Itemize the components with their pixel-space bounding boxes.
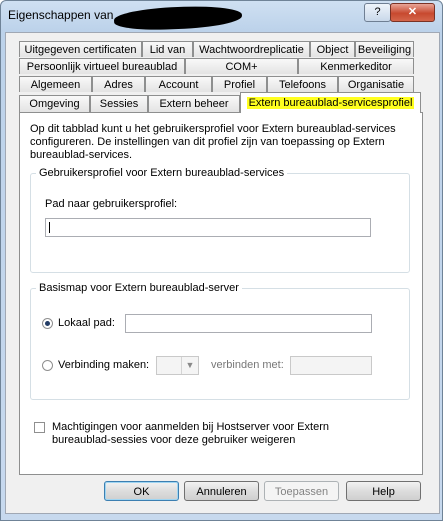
local-path-label: Lokaal pad: — [58, 317, 115, 329]
tab-kenmerkeditor[interactable]: Kenmerkeditor — [298, 58, 414, 74]
tab-uitgegeven-certificaten[interactable]: Uitgegeven certificaten — [19, 41, 142, 57]
redacted-username — [113, 4, 243, 32]
tab-label: Beveiliging — [357, 44, 412, 56]
tab-extern-beheer[interactable]: Extern beheer — [148, 95, 240, 112]
connect-label: Verbinding maken: — [58, 359, 150, 371]
radio-selected-dot — [45, 321, 50, 326]
window-title: Eigenschappen van — [8, 8, 114, 22]
tab-label: Omgeving — [29, 98, 80, 110]
deny-logon-label-line1: Machtigingen voor aanmelden bij Hostserv… — [52, 421, 329, 433]
tab-label: Profiel — [223, 79, 256, 91]
tab-label: Algemeen — [30, 79, 81, 91]
help-button[interactable]: Help — [346, 481, 421, 501]
tab-label: Organisatie — [347, 79, 405, 91]
tab-object[interactable]: Object — [310, 41, 355, 57]
home-folder-group-legend: Basismap voor Extern bureaublad-server — [36, 282, 242, 294]
tab-adres[interactable]: Adres — [92, 76, 145, 92]
tab-label: Telefoons — [278, 79, 327, 91]
tab-label: Uitgegeven certificaten — [24, 44, 137, 56]
close-icon: ✕ — [407, 6, 418, 18]
tab-label: Sessies — [99, 98, 139, 110]
home-folder-group: Basismap voor Extern bureaublad-server L… — [30, 282, 410, 400]
tab-persoonlijk-virtueel-bureaublad[interactable]: Persoonlijk virtueel bureaublad — [19, 58, 185, 74]
tab-label: Account — [158, 79, 199, 91]
tab-label: Adres — [104, 79, 133, 91]
drive-letter-select[interactable]: ▼ — [156, 356, 199, 375]
text-caret — [49, 222, 50, 233]
profile-path-input[interactable] — [45, 218, 371, 237]
tab-label: COM+ — [225, 61, 258, 73]
deny-logon-checkbox[interactable] — [34, 422, 45, 433]
tab-organisatie[interactable]: Organisatie — [338, 76, 414, 92]
tab-label: Wachtwoordreplicatie — [199, 44, 304, 56]
local-path-radio[interactable] — [42, 318, 53, 329]
tab-sessies[interactable]: Sessies — [90, 95, 148, 112]
tab-com-plus[interactable]: COM+ — [185, 58, 298, 74]
help-title-button[interactable]: ? — [364, 3, 391, 22]
tab-panel: Op dit tabblad kunt u het gebruikersprof… — [19, 112, 423, 475]
ok-button[interactable]: OK — [104, 481, 179, 501]
tab-profiel[interactable]: Profiel — [212, 76, 267, 92]
chevron-down-icon: ▼ — [181, 357, 198, 374]
apply-button[interactable]: Toepassen — [264, 481, 339, 501]
cancel-button[interactable]: Annuleren — [184, 481, 259, 501]
tab-label: Kenmerkeditor — [320, 61, 392, 73]
tab-beveiliging[interactable]: Beveiliging — [355, 41, 414, 57]
tab-telefoons[interactable]: Telefoons — [267, 76, 338, 92]
connect-to-label: verbinden met: — [211, 359, 284, 371]
intro-text: Op dit tabblad kunt u het gebruikersprof… — [30, 123, 396, 161]
profile-path-label: Pad naar gebruikersprofiel: — [45, 198, 178, 210]
tab-lid-van[interactable]: Lid van — [142, 41, 193, 57]
title-bar[interactable]: Eigenschappen van ? ✕ — [1, 1, 442, 32]
profile-group-legend: Gebruikersprofiel voor Extern bureaublad… — [36, 167, 288, 179]
tab-account[interactable]: Account — [145, 76, 212, 92]
tab-label: Persoonlijk virtueel bureaublad — [26, 61, 178, 73]
tab-label: Object — [316, 44, 349, 56]
tab-extern-bureaublad-servicesprofiel[interactable]: Extern bureaublad-servicesprofiel — [240, 92, 421, 113]
connect-to-input[interactable] — [290, 356, 372, 375]
tab-algemeen[interactable]: Algemeen — [19, 76, 92, 92]
tab-label: Extern bureaublad-servicesprofiel — [246, 97, 415, 109]
tab-label: Extern beheer — [159, 98, 229, 110]
connect-radio[interactable] — [42, 360, 53, 371]
deny-logon-label-line2: bureaublad-sessies voor deze gebruiker w… — [52, 434, 296, 446]
tab-label: Lid van — [149, 44, 186, 56]
local-path-input[interactable] — [125, 314, 372, 333]
question-icon: ? — [374, 6, 381, 18]
tab-wachtwoordreplicatie[interactable]: Wachtwoordreplicatie — [193, 41, 310, 57]
profile-group: Gebruikersprofiel voor Extern bureaublad… — [30, 167, 410, 273]
close-button[interactable]: ✕ — [390, 3, 435, 22]
tab-omgeving[interactable]: Omgeving — [19, 95, 90, 112]
